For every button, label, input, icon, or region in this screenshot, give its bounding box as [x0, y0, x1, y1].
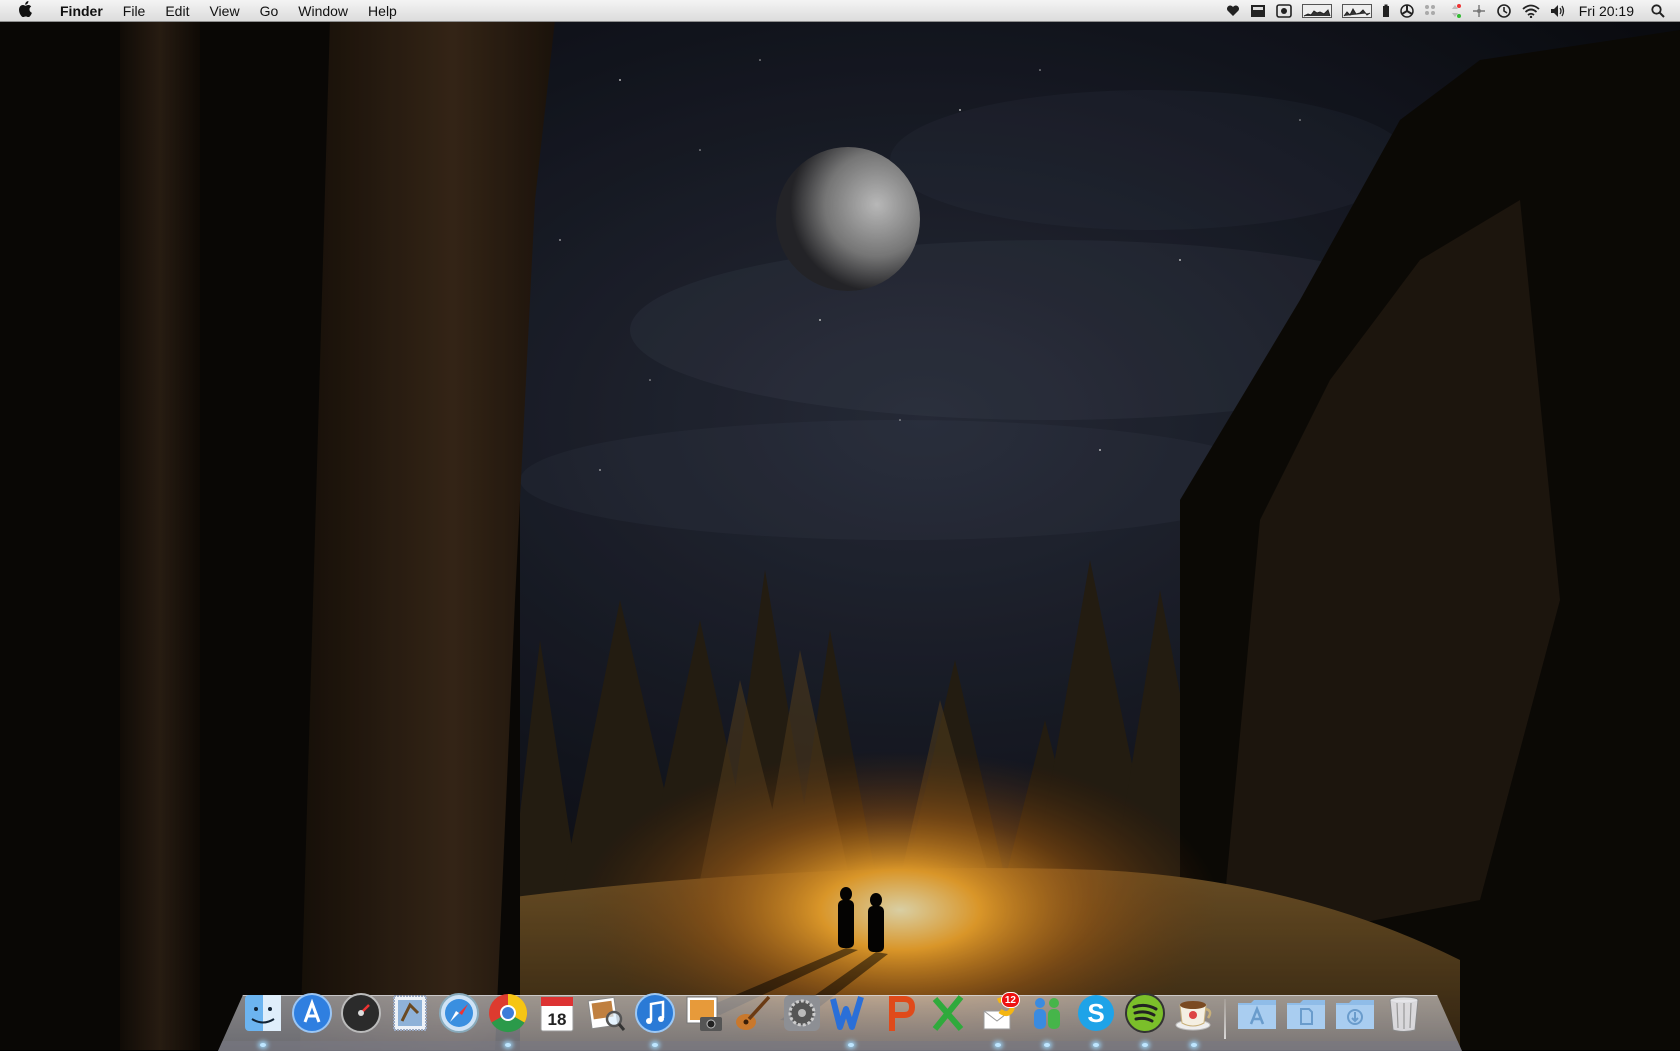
menu-edit[interactable]: Edit [155, 0, 199, 22]
dock-garageband[interactable] [728, 991, 777, 1047]
dock-downloads-stack[interactable] [1330, 991, 1379, 1047]
itunes-icon [634, 993, 675, 1033]
fan-icon[interactable] [1395, 0, 1419, 22]
menu-view[interactable]: View [199, 0, 249, 22]
dock-trash[interactable] [1379, 991, 1428, 1047]
dock-caffeine[interactable] [1169, 991, 1218, 1047]
spotlight-search-icon[interactable] [1646, 0, 1670, 22]
running-indicator [651, 1043, 658, 1047]
dock-chrome[interactable] [483, 991, 532, 1047]
mail-stamp-icon [392, 995, 427, 1031]
skype-icon: S [1077, 995, 1114, 1031]
dock-separator [1224, 999, 1226, 1039]
display-icon[interactable] [1245, 0, 1271, 22]
dock-mail[interactable] [385, 991, 434, 1047]
menu-app-name[interactable]: Finder [50, 0, 113, 22]
running-indicator [1043, 1043, 1050, 1047]
caffeine-cup-icon [1175, 1001, 1211, 1031]
svg-text:S: S [1087, 998, 1104, 1028]
applications-folder-icon [1237, 1000, 1276, 1029]
dock-iphoto[interactable] [679, 991, 728, 1047]
menu-window[interactable]: Window [288, 0, 358, 22]
desktop-wallpaper [0, 0, 1680, 1050]
dock-skype[interactable]: S [1071, 991, 1120, 1047]
calendar-icon: 18 [540, 996, 573, 1032]
dock-powerpoint[interactable] [875, 991, 924, 1047]
battery-icon[interactable] [1377, 0, 1395, 22]
cpu-graph-icon[interactable] [1297, 0, 1337, 22]
stepper-icon[interactable] [1443, 0, 1467, 22]
messenger-icon [1033, 998, 1060, 1029]
running-indicator [504, 1043, 511, 1047]
preview-icon [587, 996, 625, 1031]
unread-badge: 12 [1000, 992, 1020, 1008]
dock-messenger[interactable] [1022, 991, 1071, 1047]
running-indicator [1092, 1043, 1099, 1047]
running-indicator [994, 1043, 1001, 1047]
bluetooth-dots-icon[interactable] [1419, 0, 1443, 22]
running-indicator [847, 1043, 854, 1047]
menu-help[interactable]: Help [358, 0, 407, 22]
menu-bar: Finder File Edit View Go Window Help Fri… [0, 0, 1680, 22]
chrome-icon [488, 993, 527, 1033]
dock-safari[interactable] [434, 991, 483, 1047]
running-indicator [259, 1043, 266, 1047]
running-indicator [1141, 1043, 1148, 1047]
documents-folder-icon [1286, 1000, 1325, 1029]
screen-capture-icon[interactable] [1271, 0, 1297, 22]
apple-menu-icon[interactable] [0, 0, 50, 21]
finder-icon [244, 995, 281, 1031]
dock-applications-stack[interactable] [1232, 991, 1281, 1047]
dock-finder[interactable] [238, 991, 287, 1047]
trash-icon [1389, 996, 1418, 1032]
dock-documents-stack[interactable] [1281, 991, 1330, 1047]
dock-itunes[interactable] [630, 991, 679, 1047]
apple-logo [19, 0, 32, 17]
system-preferences-icon [783, 995, 820, 1031]
status-area: Fri 20:19 [1221, 0, 1680, 22]
menu-go[interactable]: Go [250, 0, 289, 22]
dock-spotify[interactable] [1120, 991, 1169, 1047]
dock-dashboard[interactable] [336, 991, 385, 1047]
menu-file[interactable]: File [113, 0, 156, 22]
dock: 18 12 S [238, 985, 1428, 1047]
spotify-icon [1124, 993, 1165, 1033]
app-store-icon [291, 993, 332, 1033]
wifi-icon[interactable] [1517, 0, 1545, 22]
dashboard-icon [340, 993, 381, 1033]
powerpoint-icon [888, 996, 915, 1031]
network-graph-icon[interactable] [1337, 0, 1377, 22]
dock-sparrow[interactable]: 12 [973, 991, 1022, 1047]
safari-icon [438, 993, 479, 1033]
heart-icon[interactable] [1221, 0, 1245, 22]
running-indicator [1190, 1043, 1197, 1047]
menu-clock[interactable]: Fri 20:19 [1571, 0, 1646, 22]
volume-icon[interactable] [1545, 0, 1571, 22]
dock-app-store[interactable] [287, 991, 336, 1047]
word-icon [829, 996, 864, 1030]
time-machine-icon[interactable] [1491, 0, 1517, 22]
dock-word[interactable] [826, 991, 875, 1047]
downloads-folder-icon [1335, 1000, 1374, 1029]
dock-excel[interactable] [924, 991, 973, 1047]
calendar-date: 18 [547, 1010, 566, 1029]
garageband-icon [735, 995, 770, 1030]
excel-icon [932, 995, 963, 1031]
dock-system-preferences[interactable] [777, 991, 826, 1047]
dock-preview[interactable] [581, 991, 630, 1047]
dock-ical[interactable]: 18 [532, 991, 581, 1047]
scroll-icon[interactable] [1467, 0, 1491, 22]
iphoto-icon [686, 996, 722, 1031]
